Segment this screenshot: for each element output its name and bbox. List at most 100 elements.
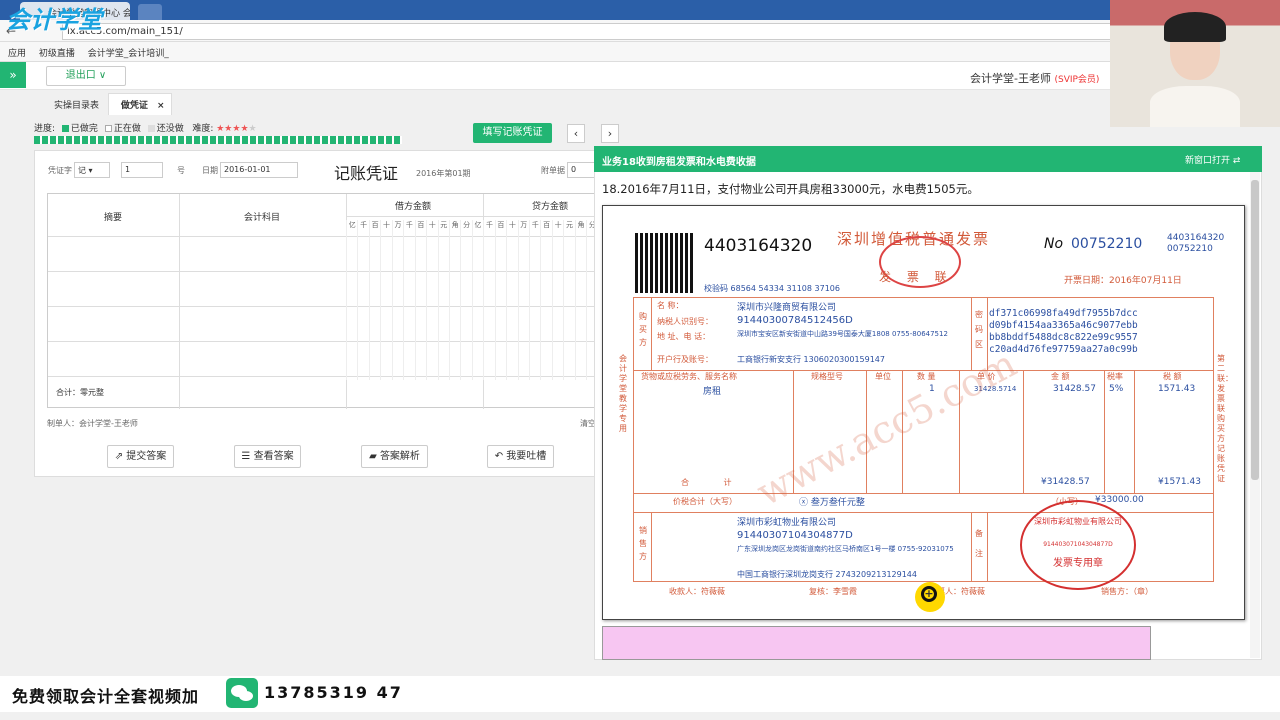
voucher-word-label: 凭证字 (48, 166, 72, 175)
cipher-side-label: 密码区 (975, 310, 983, 349)
invoice-number: 00752210 (1071, 236, 1143, 252)
total-tax: ¥1571.43 (1158, 477, 1201, 487)
reviewer: 复核：李雪霞 (809, 587, 857, 596)
footer-text: 免费领取会计全套视频加 (12, 687, 200, 706)
side-right-note: 第二联：发票联 购买方记账凭证 (1217, 354, 1233, 483)
cipher-block: df371c06998fa49df7955b7dcc d09bf4154aa336… (989, 308, 1138, 355)
fill-voucher-button[interactable]: 填写记账凭证 (473, 123, 552, 143)
task-scrollbar-thumb[interactable] (1251, 180, 1259, 480)
site-logo: 会计学堂 (6, 6, 102, 34)
browser-tabbar (0, 0, 1280, 20)
voucher-title: 记账凭证 (334, 164, 399, 183)
digit-header: 百 (540, 220, 551, 380)
seller-name: 深圳市彩虹物业有限公司 (737, 518, 837, 528)
digit-header: 十 (380, 220, 391, 380)
new-tab-button[interactable] (138, 4, 162, 20)
next-document-preview (602, 626, 1151, 660)
digit-header: 千 (403, 220, 414, 380)
total-amount: ¥31428.57 (1041, 477, 1090, 487)
item-name: 房租 (703, 387, 722, 397)
feedback-button[interactable]: ↶ 我要吐槽 (487, 445, 554, 468)
date-input[interactable]: 2016-01-01 (220, 162, 298, 178)
footer-phone: 13785319 47 (264, 683, 403, 702)
head-rate: 税率 (1107, 372, 1123, 381)
digit-header: 亿 (346, 220, 357, 380)
digit-header: 万 (517, 220, 529, 380)
difficulty-stars: ★★★★ (216, 124, 249, 134)
head-amount: 金 额 (1051, 372, 1070, 381)
expand-sidebar-icon[interactable]: » (0, 62, 26, 88)
voucher-number-input[interactable]: 1 (121, 162, 163, 178)
attach-label: 附单据 (541, 166, 565, 175)
open-new-window-link[interactable]: 新窗口打开 ⇄ (1185, 153, 1240, 166)
buyer-tax-label: 纳税人识别号： (657, 317, 713, 326)
payee: 收款人：符薇薇 (669, 587, 725, 596)
digit-header: 万 (391, 220, 403, 380)
digit-header: 千 (483, 220, 494, 380)
tab-catalog[interactable]: 实操目录表 (48, 96, 105, 113)
buyer-name: 深圳市兴隆商贸有限公司 (737, 303, 837, 313)
digit-header: 元 (437, 220, 449, 380)
total-label-invoice: 合 计 (681, 478, 748, 487)
task-question: 18.2016年7月11日，支付物业公司开具房租33000元，水电费1505元。 (602, 182, 979, 196)
digit-header: 百 (494, 220, 506, 380)
buyer-bank-label: 开户行及账号： (657, 355, 713, 364)
voucher-period: 2016年第01期 (416, 169, 471, 178)
vip-badge: (SVIP会员) (1054, 75, 1100, 85)
zoom-icon[interactable]: + (915, 582, 945, 612)
task-header: 业务18收到房租发票和水电费收据 (594, 146, 1262, 172)
col-summary: 摘要 (104, 213, 123, 223)
digit-header: 角 (448, 220, 460, 380)
buyer-address: 深圳市宝安区新安街道中山路39号国泰大厦1808 0755-80647512 (737, 330, 948, 338)
seller-side-label: 销售方 (639, 526, 647, 561)
buyer-name-label: 名 称： (657, 301, 684, 310)
seller-tax-id: 91440307104304877D (737, 530, 853, 541)
date-label: 日期 (202, 166, 218, 175)
item-rate: 5% (1109, 384, 1124, 394)
digit-header: 角 (574, 220, 586, 380)
url-input[interactable]: lx.acc5.com/main_151/ (62, 23, 1112, 40)
digit-header: 百 (414, 220, 426, 380)
digit-header: 分 (460, 220, 471, 380)
digit-header: 十 (426, 220, 437, 380)
side-left-note: 会计学堂教学专用 (619, 354, 627, 433)
seller-address: 广东深圳龙岗区龙岗街道南约社区马桥南区1号一楼 0755-92031075 (737, 545, 954, 553)
check-code: 校验码 68564 54334 31108 37106 (704, 284, 840, 293)
next-button[interactable]: › (601, 124, 619, 143)
buyer-bank: 工商银行新安支行 1306020300159147 (737, 355, 885, 364)
submit-answer-button[interactable]: ⇗ 提交答案 (107, 445, 174, 468)
col-account: 会计科目 (244, 213, 281, 223)
bookmark-apps[interactable]: 应用 (8, 49, 26, 59)
tab-voucher[interactable]: 做凭证 × (107, 93, 172, 115)
buyer-side-label: 购买方 (639, 312, 647, 347)
bookmarks-bar: 应用 初级直播 会计学堂_会计培训_ (0, 42, 1280, 62)
voucher-word-select[interactable]: 记 ▾ (74, 162, 110, 178)
buyer-addr-label: 地 址、电 话： (657, 332, 711, 341)
col-credit: 贷方金额 (532, 202, 569, 212)
prev-button[interactable]: ‹ (567, 124, 585, 143)
head-spec: 规格型号 (811, 372, 843, 381)
bookmark-acc5[interactable]: 会计学堂_会计培训_ (88, 49, 169, 59)
seller-bank: 中国工商银行深圳龙岗支行 2743209213129144 (737, 570, 917, 579)
item-tax: 1571.43 (1158, 384, 1196, 394)
item-amount: 31428.57 (1053, 384, 1096, 394)
maker-label: 制单人：会计学堂-王老师 (47, 419, 138, 428)
digit-header: 千 (357, 220, 368, 380)
no-prefix: No (1044, 236, 1064, 252)
digit-header: 千 (529, 220, 540, 380)
invoice-number-small: 00752210 (1167, 244, 1213, 254)
answer-analysis-button[interactable]: ▰ 答案解析 (361, 445, 428, 468)
qr-code-icon (635, 233, 695, 293)
head-tax: 税 额 (1163, 372, 1182, 381)
digit-header: 十 (506, 220, 517, 380)
head-item: 货物或应税劳务、服务名称 (641, 372, 737, 381)
digit-header: 亿 (471, 220, 483, 380)
logout-button[interactable]: 退出口 ∨ (46, 66, 126, 86)
bookmark-live[interactable]: 初级直播 (39, 49, 75, 59)
grand-total-words: ⓧ 叁万叁仟元整 (799, 498, 865, 508)
progress-bar (34, 136, 402, 144)
head-unit: 单位 (875, 372, 891, 381)
view-answer-button[interactable]: ☰ 查看答案 (234, 445, 301, 468)
webcam-overlay (1110, 0, 1280, 127)
attach-input[interactable]: 0 (567, 162, 595, 178)
